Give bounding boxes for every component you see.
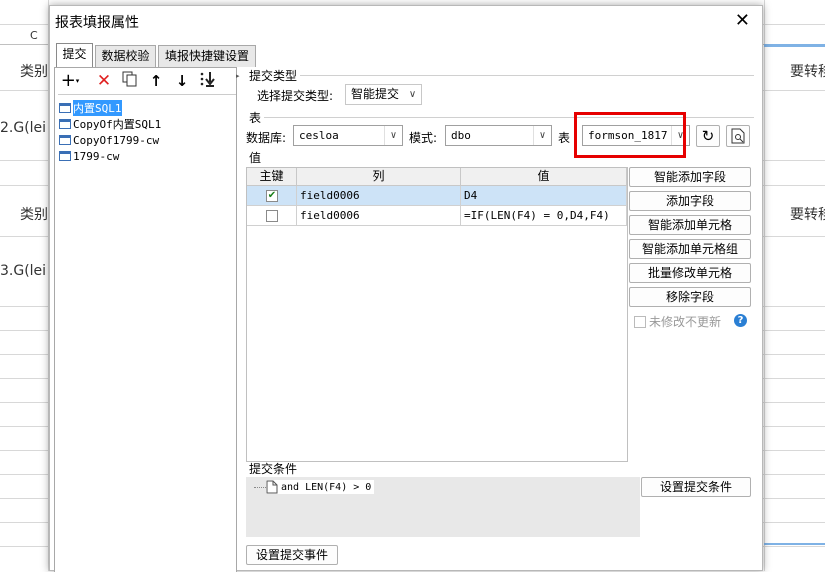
submit-type-section: 提交类型 [249,69,298,83]
database-label: 数据库: [246,131,287,145]
batch-modify-cell-button[interactable]: 批量修改单元格 [629,263,751,283]
tree-item[interactable]: 内置SQL1 [59,100,122,116]
tree-item-label: 内置SQL1 [73,100,122,116]
primary-key-checkbox[interactable]: ✔ [266,190,278,202]
remove-field-button[interactable]: 移除字段 [629,287,751,307]
condition-item[interactable]: and LEN(F4) > 0 [266,480,375,494]
move-up-icon[interactable]: ↑ [145,71,167,91]
set-submit-event-button[interactable]: 设置提交事件 [246,545,338,565]
schema-select[interactable]: dbo ∨ [445,125,552,146]
bg-category-1: 类别 [20,64,48,80]
add-icon[interactable]: +▾ [59,71,81,91]
column-header-c: C [30,29,38,42]
schema-value: dbo [451,129,471,142]
submit-type-value: 智能提交 [351,87,400,101]
chevron-down-icon: ∨ [533,126,551,145]
value-cell[interactable]: =IF(LEN(F4) = 0,D4,F4) [461,206,627,226]
condition-item-label: and LEN(F4) > 0 [281,481,372,493]
tab-submit[interactable]: 提交 [56,43,93,67]
condition-section: 提交条件 [249,462,298,476]
table-icon [59,135,71,145]
chevron-down-icon: ∨ [384,126,402,145]
dialog-title: 报表填报属性 [55,15,139,31]
table-icon [59,103,71,113]
value-cell[interactable]: D4 [461,186,627,206]
submit-type-label: 选择提交类型: [257,89,334,103]
tab-shortcut-settings[interactable]: 填报快捷键设置 [158,45,256,67]
smart-add-field-button[interactable]: 智能添加字段 [629,167,751,187]
bg-right-1: 要转移 [790,64,825,80]
column-cell[interactable]: field0006 [297,186,461,206]
condition-panel: and LEN(F4) > 0 [246,477,640,537]
table-icon [59,151,71,161]
close-icon[interactable]: ✕ [735,10,750,31]
bg-category-2: 类别 [20,207,48,223]
chevron-down-icon: ∨ [408,89,417,100]
refresh-button[interactable]: ↻ [696,125,720,147]
delete-icon[interactable]: ✕ [93,71,115,91]
smart-add-cell-group-button[interactable]: 智能添加单元格组 [629,239,751,259]
preview-button[interactable] [726,125,750,147]
set-condition-button[interactable]: 设置提交条件 [641,477,751,497]
grid-header-key: 主键 [247,168,297,186]
bg-right-2: 要转移 [790,207,825,223]
tree-item[interactable]: CopyOf1799-cw [59,132,159,148]
move-down-icon[interactable]: ↓ [171,71,193,91]
splitter-arrow-icon[interactable]: ▸ [236,72,240,80]
schema-label: 模式: [409,131,438,145]
bg-fragment-2: 3.G(lei [0,263,47,279]
tree-item-label: 1799-cw [73,149,120,163]
column-cell[interactable]: field0006 [297,206,461,226]
document-icon [266,480,278,494]
primary-key-checkbox[interactable] [266,210,278,222]
table-section: 表 [249,111,262,125]
tab-data-validation[interactable]: 数据校验 [95,45,156,67]
tree-item-label: CopyOf1799-cw [73,133,160,147]
database-select[interactable]: cesloa ∨ [293,125,403,146]
report-fill-properties-dialog: 报表填报属性 ✕ 提交 数据校验 填报快捷键设置 +▾ ✕ ↑ ↓ 内置SQL1… [49,5,763,572]
help-icon[interactable]: ? [734,314,747,327]
database-value: cesloa [299,129,339,142]
grid-header-value: 值 [461,168,627,186]
grid-header-column: 列 [297,168,461,186]
tree-item-label: CopyOf内置SQL1 [73,118,162,131]
submit-type-select[interactable]: 智能提交 ∨ [345,84,422,105]
bg-fragment-1: 2.G(lei [0,120,47,136]
smart-add-cell-button[interactable]: 智能添加单元格 [629,215,751,235]
table-icon [59,119,71,129]
move-bottom-icon[interactable] [197,71,219,91]
values-section: 值 [249,151,262,165]
left-panel: +▾ ✕ ↑ ↓ 内置SQL1 CopyOf内置SQL1 CopyOf1799-… [54,67,237,572]
values-grid: 主键 列 值 ✔ field0006 D4 field0006 =IF(LEN(… [246,167,628,462]
add-field-button[interactable]: 添加字段 [629,191,751,211]
unchanged-no-update-checkbox[interactable] [634,316,646,328]
highlight-box [574,112,686,158]
copy-icon[interactable] [119,71,141,91]
tree-item[interactable]: CopyOf内置SQL1 [59,116,161,132]
tree-item[interactable]: 1799-cw [59,148,119,164]
table-label: 表 [558,131,571,145]
unchanged-no-update-label: 未修改不更新 [649,315,722,329]
